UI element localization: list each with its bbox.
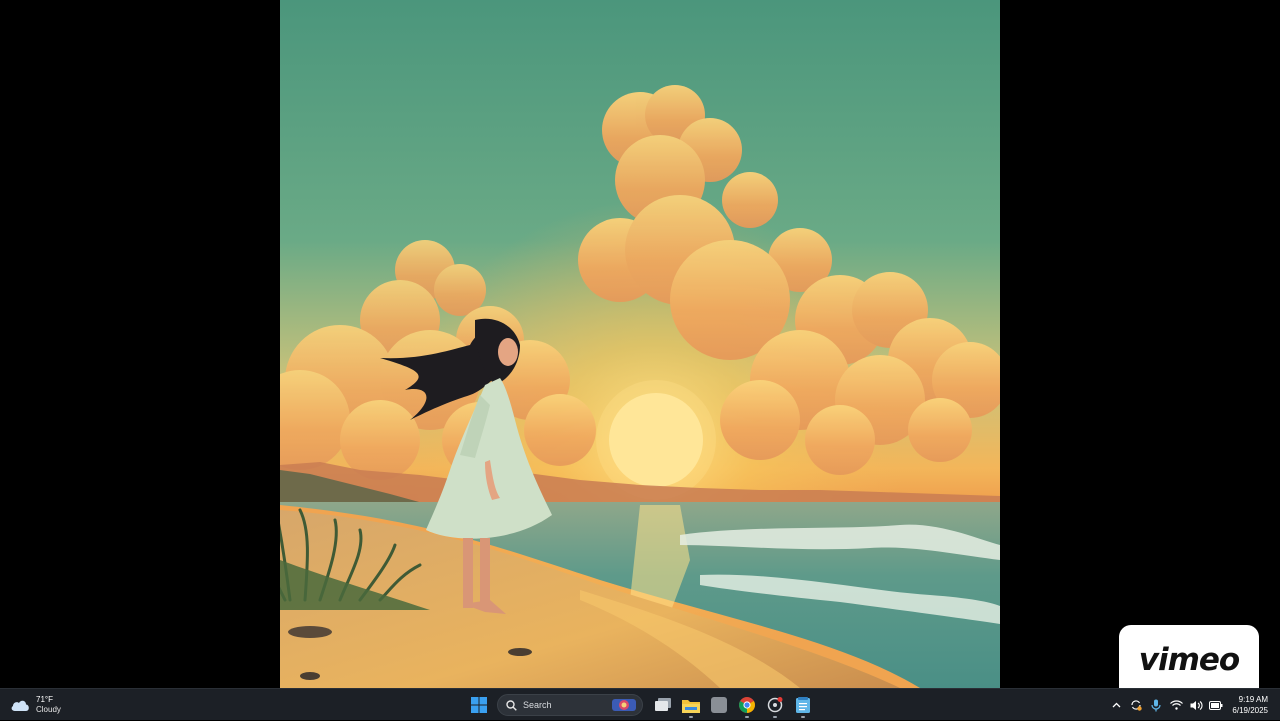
start-button[interactable] bbox=[465, 691, 493, 719]
sync-status-button[interactable] bbox=[1126, 689, 1146, 721]
sync-icon bbox=[1131, 700, 1143, 711]
running-indicator bbox=[689, 716, 693, 718]
weather-temperature: 71°F bbox=[36, 695, 53, 704]
volume-button[interactable] bbox=[1186, 689, 1206, 721]
search-box[interactable]: Search bbox=[497, 694, 643, 716]
file-explorer-button[interactable] bbox=[677, 691, 705, 719]
wifi-icon bbox=[1169, 700, 1183, 710]
running-indicator bbox=[745, 716, 749, 718]
chevron-up-icon bbox=[1112, 702, 1121, 708]
clock[interactable]: 9:19 AM 6/19/2025 bbox=[1232, 694, 1268, 716]
chrome-button[interactable] bbox=[733, 691, 761, 719]
volume-icon bbox=[1190, 700, 1203, 710]
microphone-button[interactable] bbox=[1146, 689, 1166, 721]
search-highlight-icon bbox=[612, 699, 636, 711]
weather-condition: Cloudy bbox=[36, 705, 61, 714]
taskbar-center: Search bbox=[465, 691, 817, 719]
running-indicator bbox=[801, 716, 805, 718]
sunset-beach-artwork bbox=[280, 0, 1000, 688]
clock-time: 9:19 AM bbox=[1238, 695, 1268, 704]
clock-date: 6/19/2025 bbox=[1232, 706, 1268, 715]
artwork-illustration bbox=[280, 0, 1000, 688]
recorder-button[interactable] bbox=[761, 691, 789, 719]
video-viewer[interactable]: vimeo bbox=[0, 0, 1280, 691]
cloud-icon bbox=[10, 698, 30, 712]
search-label: Search bbox=[523, 700, 552, 710]
app-button[interactable] bbox=[705, 691, 733, 719]
search-icon bbox=[506, 699, 517, 711]
notepad-icon bbox=[796, 697, 810, 713]
vimeo-watermark[interactable]: vimeo bbox=[1119, 625, 1259, 691]
system-tray: 9:19 AM 6/19/2025 bbox=[1106, 689, 1280, 721]
weather-widget[interactable]: 71°F Cloudy bbox=[10, 693, 61, 717]
notepad-button[interactable] bbox=[789, 691, 817, 719]
taskbar: 71°F Cloudy Search 9:19 AM 6/19/2025 bbox=[0, 688, 1280, 720]
record-icon bbox=[767, 697, 783, 713]
vimeo-logo-text: vimeo bbox=[1138, 642, 1240, 678]
network-button[interactable] bbox=[1166, 689, 1186, 721]
running-indicator bbox=[773, 716, 777, 718]
chrome-icon bbox=[739, 697, 755, 713]
battery-icon bbox=[1209, 700, 1223, 710]
show-hidden-icons-button[interactable] bbox=[1106, 689, 1126, 721]
folder-icon bbox=[682, 699, 700, 713]
task-view-icon bbox=[655, 698, 671, 711]
microphone-icon bbox=[1151, 699, 1162, 711]
task-view-button[interactable] bbox=[649, 691, 677, 719]
gray-app-icon bbox=[711, 697, 727, 713]
battery-button[interactable] bbox=[1206, 689, 1226, 721]
windows-logo-icon bbox=[471, 697, 487, 713]
